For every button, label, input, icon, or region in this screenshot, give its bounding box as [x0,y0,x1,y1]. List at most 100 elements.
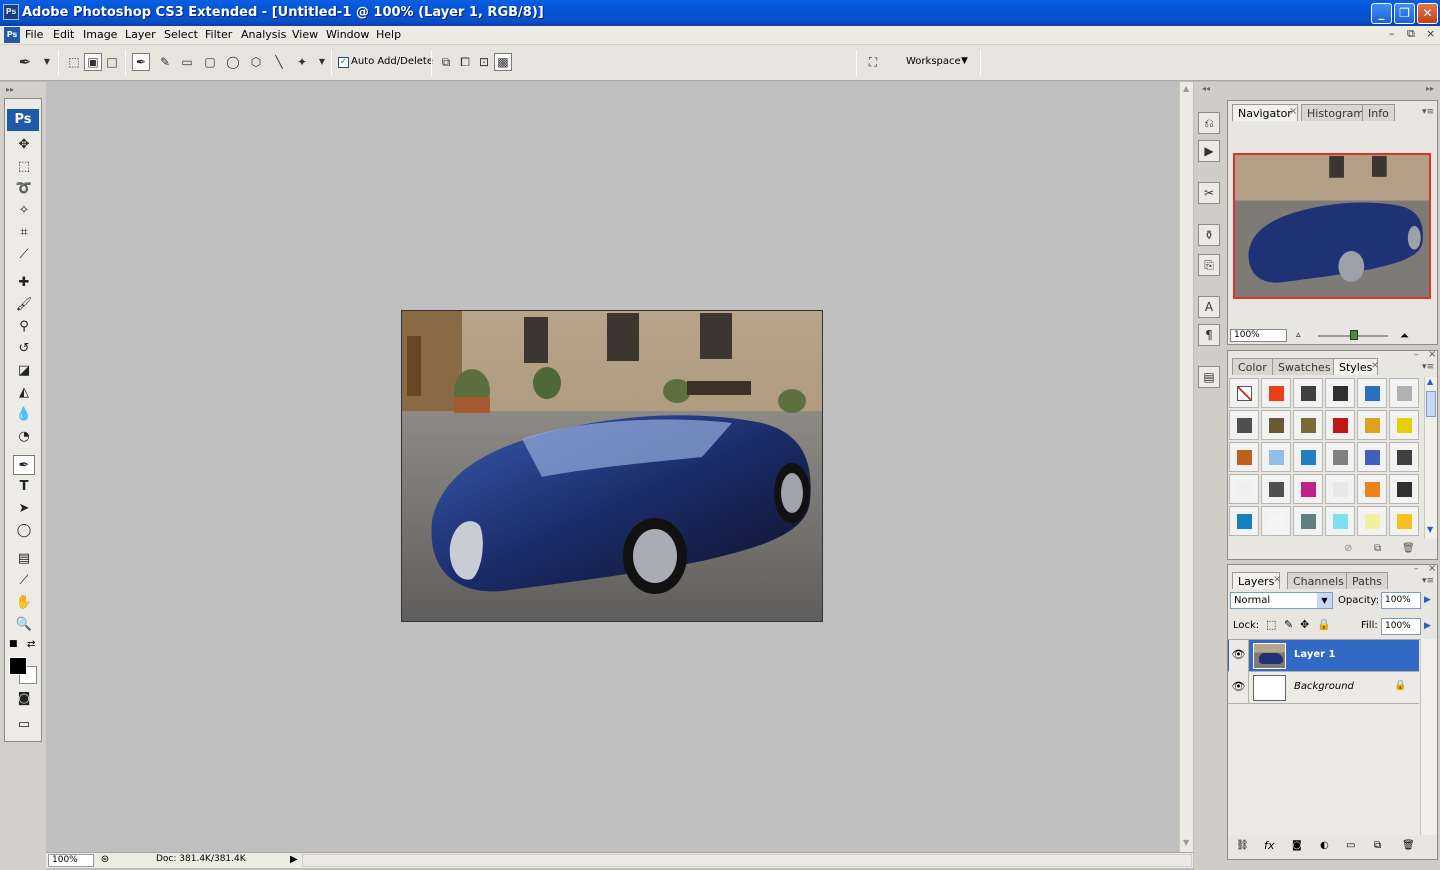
opacity-field[interactable]: 100% [1381,592,1421,609]
pen-tool-icon[interactable]: ✒ [13,455,35,475]
canvas-horizontal-scrollbar[interactable] [302,854,1192,867]
restore-button[interactable]: ❐ [1394,3,1415,24]
style-swatch[interactable] [1293,442,1323,472]
adjustment-layer-icon[interactable]: ◐ [1320,840,1329,851]
menu-help[interactable]: Help [376,28,401,41]
eyedropper-tool-icon[interactable]: ⟋ [13,571,35,591]
navigator-thumbnail[interactable] [1233,153,1431,299]
layers-menu-icon[interactable]: ▾≡ [1422,576,1434,586]
scroll-up-icon[interactable]: ▲ [1183,84,1189,93]
tab-info[interactable]: Info [1362,104,1395,121]
style-swatch[interactable] [1229,442,1259,472]
tab-swatches[interactable]: Swatches [1272,358,1337,375]
tab-paths[interactable]: Paths [1346,572,1388,589]
styles-tab-close-icon[interactable]: × [1371,360,1379,371]
brushes-panel-icon[interactable]: ⚱ [1198,224,1220,246]
tab-color[interactable]: Color [1232,358,1273,375]
tab-channels[interactable]: Channels [1287,572,1350,589]
marquee-tool-icon[interactable]: ⬚ [13,157,35,177]
lock-position-icon[interactable]: ✥ [1300,618,1309,631]
path-intersect-icon[interactable]: ⊡ [475,53,493,71]
menu-filter[interactable]: Filter [205,28,232,41]
dock-expand-icon[interactable]: ▸▸ [1426,84,1434,93]
swap-colors-icon[interactable]: ⇄ [27,639,35,650]
photoshop-app-icon[interactable]: Ps [3,4,19,20]
foreground-color-swatch[interactable] [9,657,27,675]
shape-layers-icon[interactable]: ⬚ [65,53,83,71]
layer-row-background[interactable]: 👁 Background 🔒 [1228,672,1419,704]
lasso-tool-icon[interactable]: ➰ [13,179,35,199]
tab-histogram[interactable]: Histogram [1301,104,1371,121]
layer-style-fx-icon[interactable]: fx [1264,839,1274,852]
fill-pixels-icon[interactable]: □ [103,53,121,71]
layers-panel-minimize-icon[interactable]: – [1414,564,1419,574]
styles-scroll-thumb[interactable] [1426,391,1436,417]
tool-presets-icon[interactable]: ✂ [1198,182,1220,204]
history-panel-icon[interactable]: ⎌ [1198,112,1220,134]
styles-panel-close-icon[interactable]: × [1428,349,1436,360]
screen-mode-icon[interactable]: ▭ [13,715,35,735]
style-swatch[interactable] [1357,506,1387,536]
menu-layer[interactable]: Layer [125,28,156,41]
navigator-tab-close-icon[interactable]: × [1289,106,1297,117]
zoom-tool-icon[interactable]: 🔍 [13,615,35,635]
style-swatch[interactable] [1389,474,1419,504]
custom-shape-icon[interactable]: ✦ [293,53,311,71]
lock-transparent-icon[interactable]: ⬚ [1266,618,1276,631]
style-swatch[interactable] [1229,506,1259,536]
actions-panel-icon[interactable]: ▶ [1198,140,1220,162]
ps-logo[interactable]: Ps [7,109,39,131]
lock-image-icon[interactable]: ✎ [1284,618,1293,631]
layer-1-name[interactable]: Layer 1 [1294,649,1335,660]
paint-bucket-tool-icon[interactable]: ◭ [13,383,35,403]
default-colors-icon[interactable]: ■ [9,639,18,649]
rounded-rectangle-icon[interactable]: ▢ [201,53,219,71]
pen-tool-option-icon[interactable]: ✒ [132,53,150,71]
hand-tool-icon[interactable]: ✋ [13,593,35,613]
workspace-menu[interactable]: Workspace [906,56,961,67]
style-swatch[interactable] [1325,442,1355,472]
polygon-shape-icon[interactable]: ⬡ [247,53,265,71]
close-button[interactable]: ✕ [1417,3,1438,24]
layer-1-visibility-eye-icon[interactable]: 👁 [1229,640,1249,672]
zoom-slider-thumb[interactable] [1350,330,1358,340]
layer-mask-icon[interactable]: ◙ [1292,840,1302,851]
menu-select[interactable]: Select [164,28,198,41]
style-swatch[interactable] [1293,410,1323,440]
blend-mode-select[interactable]: Normal ▼ [1230,592,1333,609]
layer-row-layer-1[interactable]: 👁 Layer 1 [1228,640,1419,672]
doc-restore-button[interactable]: ⧉ [1407,27,1415,41]
auto-add-delete-checkbox[interactable]: ✓ [338,57,349,68]
layers-scrollbar[interactable] [1420,639,1437,835]
layers-panel-close-icon[interactable]: × [1428,563,1436,574]
style-swatch[interactable] [1325,378,1355,408]
style-swatch[interactable] [1325,506,1355,536]
navigator-zoom-field[interactable]: 100% [1230,329,1287,342]
styles-scroll-up-icon[interactable]: ▲ [1427,377,1433,386]
blur-tool-icon[interactable]: 💧 [13,405,35,425]
document-icon[interactable]: Ps [4,27,20,43]
new-group-icon[interactable]: ▭ [1346,840,1355,851]
menu-analysis[interactable]: Analysis [241,28,286,41]
clear-style-icon[interactable]: ⊘ [1344,543,1352,554]
canvas-vertical-scrollbar[interactable]: ▲ ▼ [1179,82,1193,852]
slice-tool-icon[interactable]: ⟋ [13,245,35,265]
background-layer-name[interactable]: Background [1294,681,1354,692]
style-swatch[interactable] [1357,378,1387,408]
doc-minimize-button[interactable]: – [1389,27,1395,40]
menu-window[interactable]: Window [326,28,369,41]
link-layers-icon[interactable]: ⛓ [1236,840,1249,851]
style-swatch[interactable] [1357,410,1387,440]
magic-wand-tool-icon[interactable]: ✧ [13,201,35,221]
healing-brush-tool-icon[interactable]: ✚ [13,273,35,293]
style-swatch[interactable] [1325,410,1355,440]
blend-mode-dropdown-icon[interactable]: ▼ [1317,593,1332,608]
background-visibility-eye-icon[interactable]: 👁 [1229,672,1249,704]
status-icon[interactable]: ⊜ [98,854,112,867]
style-swatch[interactable] [1261,506,1291,536]
menu-view[interactable]: View [292,28,318,41]
zoom-out-icon[interactable]: ▵ [1296,330,1301,340]
style-swatch[interactable] [1293,378,1323,408]
delete-layer-icon[interactable]: 🗑 [1402,840,1415,851]
new-layer-icon[interactable]: ⧉ [1374,840,1381,851]
